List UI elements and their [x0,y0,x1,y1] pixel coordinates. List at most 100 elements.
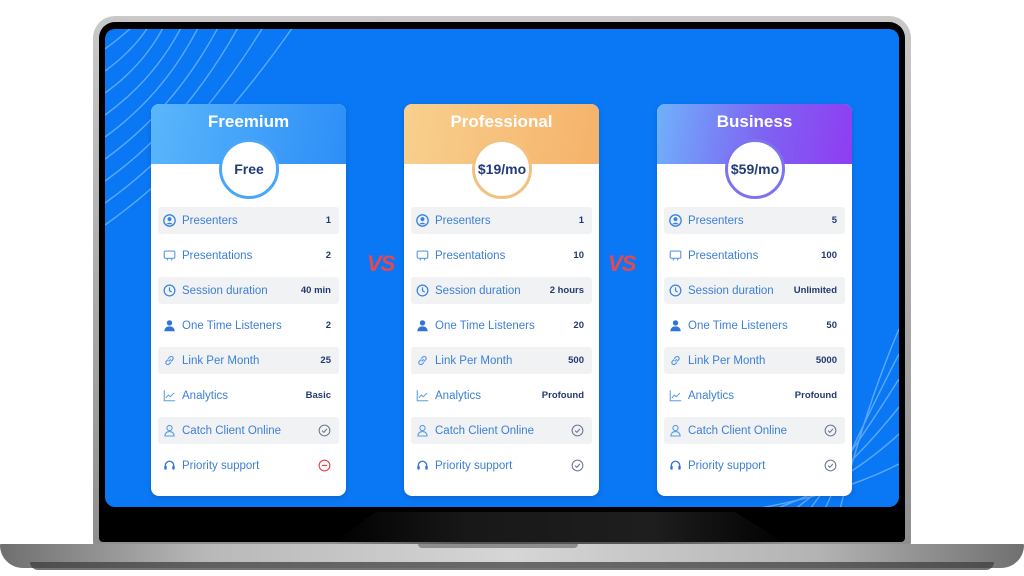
feature-value: Basic [305,390,331,401]
clock-icon [162,284,176,298]
feature-label: Session duration [435,284,521,297]
minus-circle-icon [318,459,331,472]
feature-value: 5 [831,215,837,226]
user-solid-icon [415,319,429,333]
user-circle-icon [415,214,429,228]
feature-value: 2 [325,320,331,331]
feature-row: Catch Client Online [158,417,339,444]
feature-value: 1 [578,215,584,226]
link-icon [668,354,682,368]
feature-label: One Time Listeners [688,319,788,332]
feature-label: Presentations [688,249,759,262]
presentation-icon [668,249,682,263]
feature-label: Presentations [182,249,253,262]
check-icon [571,424,584,437]
feature-label: One Time Listeners [182,319,282,332]
chart-line-icon [415,389,429,403]
feature-label: Link Per Month [182,354,260,367]
vs-separator: VS [608,251,636,276]
feature-row: Presentations 10 [411,242,592,269]
feature-value: 5000 [815,355,837,366]
plan-price: $59/mo [725,139,785,199]
check-icon [318,424,331,437]
feature-value: 100 [821,250,837,261]
feature-label: Catch Client Online [688,424,788,437]
feature-row: Session duration 40 min [158,277,339,304]
feature-row: Presenters 1 [158,207,339,234]
feature-label: Priority support [182,459,260,472]
feature-row: Link Per Month 500 [411,347,592,374]
feature-list: Presenters 1 Presentations 10 Session durati… [411,207,592,487]
plan-card-business[interactable]: Business $59/mo Presenters 5 Presentations… [657,104,852,496]
feature-row: One Time Listeners 20 [411,312,592,339]
feature-label: Presentations [435,249,506,262]
keyboard-reflection [330,512,790,546]
feature-label: Analytics [435,389,482,402]
feature-label: Catch Client Online [182,424,282,437]
feature-value: Profound [794,390,837,401]
feature-label: One Time Listeners [435,319,535,332]
user-solid-icon [162,319,176,333]
feature-value: 25 [320,355,331,366]
clock-icon [415,284,429,298]
feature-label: Analytics [182,389,229,402]
laptop-lid: Freemium Free Presenters 1 Presentations 2 S… [93,16,911,548]
feature-label: Session duration [688,284,774,297]
feature-label: Session duration [182,284,268,297]
feature-label: Priority support [435,459,513,472]
plan-card-freemium[interactable]: Freemium Free Presenters 1 Presentations 2 S… [151,104,346,496]
feature-row: Catch Client Online [411,417,592,444]
presentation-icon [162,249,176,263]
feature-row: Presenters 1 [411,207,592,234]
check-icon [824,459,837,472]
feature-row: Presentations 2 [158,242,339,269]
feature-list: Presenters 5 Presentations 100 Session durat… [664,207,845,487]
laptop-base-shadow [30,562,994,570]
feature-row: One Time Listeners 2 [158,312,339,339]
feature-label: Priority support [688,459,766,472]
check-icon [824,424,837,437]
feature-label: Presenters [182,214,238,227]
feature-row: Catch Client Online [664,417,845,444]
feature-row: Presenters 5 [664,207,845,234]
user-circle-icon [162,214,176,228]
feature-row: Presentations 100 [664,242,845,269]
laptop-bezel: Freemium Free Presenters 1 Presentations 2 S… [99,22,905,542]
feature-row: Link Per Month 25 [158,347,339,374]
feature-value: 2 [325,250,331,261]
feature-list: Presenters 1 Presentations 2 Session duratio… [158,207,339,487]
user-outline-icon [668,424,682,438]
plan-price: $19/mo [472,139,532,199]
plan-card-professional[interactable]: Professional $19/mo Presenters 1 Presentat… [404,104,599,496]
feature-row: Link Per Month 5000 [664,347,845,374]
feature-row: Analytics Profound [664,382,845,409]
feature-row: Priority support [664,452,845,479]
presentation-icon [415,249,429,263]
user-outline-icon [415,424,429,438]
user-circle-icon [668,214,682,228]
feature-value: 2 hours [549,285,584,296]
headset-icon [415,459,429,473]
laptop-notch [418,544,578,548]
link-icon [162,354,176,368]
user-solid-icon [668,319,682,333]
feature-value: 500 [568,355,584,366]
feature-row: Session duration 2 hours [411,277,592,304]
feature-label: Presenters [688,214,744,227]
chart-line-icon [668,389,682,403]
feature-value: Profound [541,390,584,401]
feature-row: Analytics Basic [158,382,339,409]
feature-value: Unlimited [793,285,837,296]
clock-icon [668,284,682,298]
user-outline-icon [162,424,176,438]
feature-value: 20 [573,320,584,331]
feature-label: Analytics [688,389,735,402]
check-icon [571,459,584,472]
headset-icon [162,459,176,473]
feature-value: 10 [573,250,584,261]
feature-label: Link Per Month [435,354,513,367]
feature-label: Catch Client Online [435,424,535,437]
vs-separator: VS [367,251,395,276]
feature-row: Priority support [411,452,592,479]
link-icon [415,354,429,368]
